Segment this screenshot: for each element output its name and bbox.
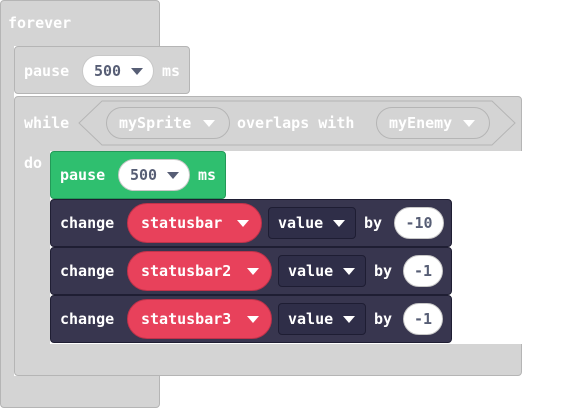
dropdown-arrow-icon bbox=[131, 67, 143, 75]
amount-input[interactable]: -1 bbox=[403, 303, 443, 335]
by-label: by bbox=[374, 262, 393, 280]
pause-duration-value-outer: 500 bbox=[94, 62, 122, 80]
do-label: do bbox=[24, 154, 43, 172]
dropdown-arrow-icon bbox=[237, 219, 249, 227]
dropdown-arrow-icon bbox=[203, 119, 215, 127]
pause-duration-dropdown-inner[interactable]: 500 bbox=[118, 159, 190, 191]
pause-duration-dropdown-outer[interactable]: 500 bbox=[82, 55, 154, 87]
change-label: change bbox=[60, 214, 115, 232]
pause-label-inner: pause bbox=[60, 166, 106, 184]
dropdown-arrow-icon bbox=[167, 171, 179, 179]
dropdown-arrow-icon bbox=[333, 219, 345, 227]
amount-value: -1 bbox=[413, 262, 433, 280]
statusbar-dropdown[interactable]: statusbar2 bbox=[127, 251, 272, 291]
amount-input[interactable]: -10 bbox=[394, 207, 444, 239]
dropdown-arrow-icon bbox=[463, 119, 475, 127]
dropdown-arrow-icon bbox=[247, 267, 259, 275]
property-dropdown[interactable]: value bbox=[268, 207, 356, 239]
property-dropdown[interactable]: value bbox=[278, 255, 366, 287]
pause-label-outer: pause bbox=[24, 62, 70, 80]
by-label: by bbox=[364, 214, 383, 232]
sprite-dropdown[interactable]: mySprite bbox=[106, 107, 230, 139]
overlaps-label: overlaps with bbox=[237, 114, 355, 132]
target-value: myEnemy bbox=[389, 114, 453, 132]
property-value: value bbox=[288, 262, 334, 280]
statusbar-value: statusbar2 bbox=[141, 262, 232, 280]
property-dropdown[interactable]: value bbox=[278, 303, 366, 335]
amount-input[interactable]: -1 bbox=[403, 255, 443, 287]
statusbar-dropdown[interactable]: statusbar3 bbox=[127, 299, 272, 339]
dropdown-arrow-icon bbox=[247, 315, 259, 323]
dropdown-arrow-icon bbox=[343, 315, 355, 323]
target-dropdown[interactable]: myEnemy bbox=[376, 107, 490, 139]
forever-label: forever bbox=[8, 14, 72, 32]
statusbar-dropdown[interactable]: statusbar bbox=[127, 203, 262, 243]
change-label: change bbox=[60, 262, 115, 280]
while-label: while bbox=[24, 114, 70, 132]
dropdown-arrow-icon bbox=[343, 267, 355, 275]
by-label: by bbox=[374, 310, 393, 328]
pause-unit-outer: ms bbox=[162, 62, 181, 80]
property-value: value bbox=[278, 214, 324, 232]
amount-value: -1 bbox=[413, 310, 433, 328]
statusbar-value: statusbar3 bbox=[141, 310, 232, 328]
pause-duration-value-inner: 500 bbox=[130, 166, 158, 184]
property-value: value bbox=[288, 310, 334, 328]
change-label: change bbox=[60, 310, 115, 328]
pause-unit-inner: ms bbox=[198, 166, 217, 184]
sprite-value: mySprite bbox=[119, 114, 192, 132]
amount-value: -10 bbox=[405, 214, 433, 232]
statusbar-value: statusbar bbox=[141, 214, 223, 232]
